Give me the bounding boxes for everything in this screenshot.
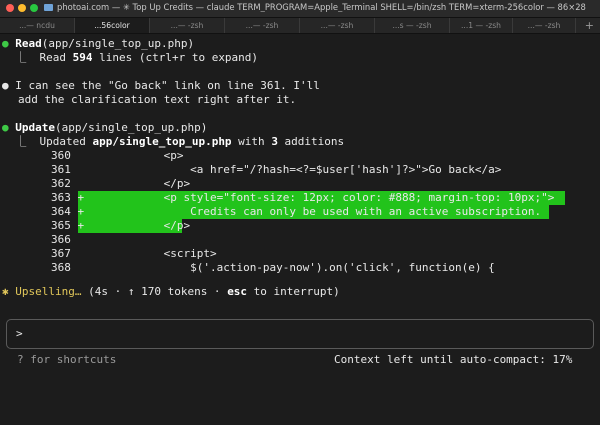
diff-code: </p> (84, 177, 191, 190)
diff-line: 366 (51, 233, 84, 247)
diff-line: 362 </p> (51, 177, 190, 191)
terminal-window: photoai.com — ✳ Top Up Credits — claude … (0, 0, 600, 425)
read-tool-args: (app/single_top_up.php) (41, 37, 195, 50)
update-summary-suffix: additions (277, 135, 345, 148)
status-detail-suffix: to interrupt) (247, 285, 340, 298)
message-line-1: ● I can see the "Go back" link on line 3… (2, 79, 320, 93)
context-left-indicator: Context left until auto-compact: 17% (334, 353, 573, 366)
title-bar: photoai.com — ✳ Top Up Credits — claude … (0, 0, 600, 18)
read-tool-line: ● Read(app/single_top_up.php) (2, 37, 194, 51)
shortcuts-hint: ? for shortcuts (17, 353, 117, 366)
diff-code: $('.action-pay-now').on('click', functio… (84, 261, 495, 274)
diff-code: <a href="/?hash=<?=$user['hash']?>">Go b… (84, 163, 502, 176)
read-result-suffix: lines (ctrl+r to expand) (92, 51, 259, 64)
diff-line: 368 $('.action-pay-now').on('click', fun… (51, 261, 495, 275)
diff-line-number: 368 (51, 261, 71, 274)
diff-marker (78, 233, 85, 246)
new-tab-icon[interactable]: + (585, 18, 594, 33)
tab-bar: ...— ncdu ...56color ...— -zsh ...— -zsh… (0, 18, 600, 34)
status-detail: (4s · ↑ 170 tokens · (81, 285, 228, 298)
tab-zsh-2[interactable]: ...— -zsh (225, 18, 300, 33)
diff-line: 361 <a href="/?hash=<?=$user['hash']?>">… (51, 163, 501, 177)
diff-line-number: 364 (51, 205, 71, 218)
tab-zsh-6[interactable]: ...— -zsh (513, 18, 576, 33)
diff-line-number: 360 (51, 149, 71, 162)
prompt-symbol: > (16, 327, 23, 340)
diff-line: 367 <script> (51, 247, 217, 261)
diff-code: <script> (84, 247, 217, 260)
update-summary-count: 3 (271, 135, 278, 148)
diff-line-added: 365 + </p> (51, 219, 190, 233)
tab-active[interactable]: ...56color (75, 18, 150, 33)
diff-line-number: 361 (51, 163, 71, 176)
read-result-count: 594 (72, 51, 93, 64)
folder-icon (44, 4, 53, 11)
tab-ncdu[interactable]: ...— ncdu (0, 18, 75, 33)
update-summary-mid: with (231, 135, 272, 148)
diff-code: <p> (84, 149, 184, 162)
success-bullet-icon: ● (2, 37, 9, 50)
read-result-prefix: ⎿ Read (2, 51, 73, 64)
tab-zsh-4[interactable]: ...s — -zsh (375, 18, 450, 33)
close-icon[interactable] (6, 4, 14, 12)
update-summary-file: app/single_top_up.php (92, 135, 232, 148)
update-tool-args: (app/single_top_up.php) (55, 121, 208, 134)
window-title: photoai.com — ✳ Top Up Credits — claude … (44, 2, 596, 12)
diff-line-number: 367 (51, 247, 71, 260)
interrupt-key: esc (227, 285, 248, 298)
prompt-input-box[interactable]: > (6, 319, 594, 349)
diff-line-added: 363 + <p style="font-size: 12px; color: … (51, 191, 554, 205)
diff-line-number: 366 (51, 233, 71, 246)
message-bullet-icon: ● (2, 79, 9, 92)
diff-line-added: 364 + Credits can only be used with an a… (51, 205, 541, 219)
maximize-icon[interactable] (30, 4, 38, 12)
tab-zsh-1[interactable]: ...— -zsh (150, 18, 225, 33)
update-tool-name: Update (15, 121, 55, 134)
update-summary-line: ⎿ Updated app/single_top_up.php with 3 a… (2, 135, 344, 149)
spinner-icon: ✱ (2, 285, 9, 298)
diff-line-number: 362 (51, 177, 71, 190)
update-tool-line: ● Update(app/single_top_up.php) (2, 121, 207, 135)
update-summary-prefix: ⎿ Updated (2, 135, 93, 148)
minimize-icon[interactable] (18, 4, 26, 12)
diff-code: <p style="font-size: 12px; color: #888; … (84, 191, 555, 204)
diff-line: 360 <p> (51, 149, 183, 163)
status-line: ✱ Upselling… (4s · ↑ 170 tokens · esc to… (2, 285, 340, 299)
read-tool-name: Read (15, 37, 42, 50)
tab-zsh-3[interactable]: ...— -zsh (300, 18, 375, 33)
success-bullet-icon: ● (2, 121, 9, 134)
status-label: Upselling… (15, 285, 82, 298)
diff-line-number: 365 (51, 219, 71, 232)
diff-line-number: 363 (51, 191, 71, 204)
diff-code: Credits can only be used with an active … (84, 205, 542, 218)
diff-code: </p> (84, 219, 191, 232)
message-line-2: add the clarification text right after i… (18, 93, 297, 106)
window-title-text: photoai.com — ✳ Top Up Credits — claude … (57, 2, 586, 12)
tab-zsh-5[interactable]: ...1 — -zsh (450, 18, 513, 33)
message-text-1: I can see the "Go back" link on line 361… (15, 79, 320, 92)
read-result-line: ⎿ Read 594 lines (ctrl+r to expand) (2, 51, 258, 65)
